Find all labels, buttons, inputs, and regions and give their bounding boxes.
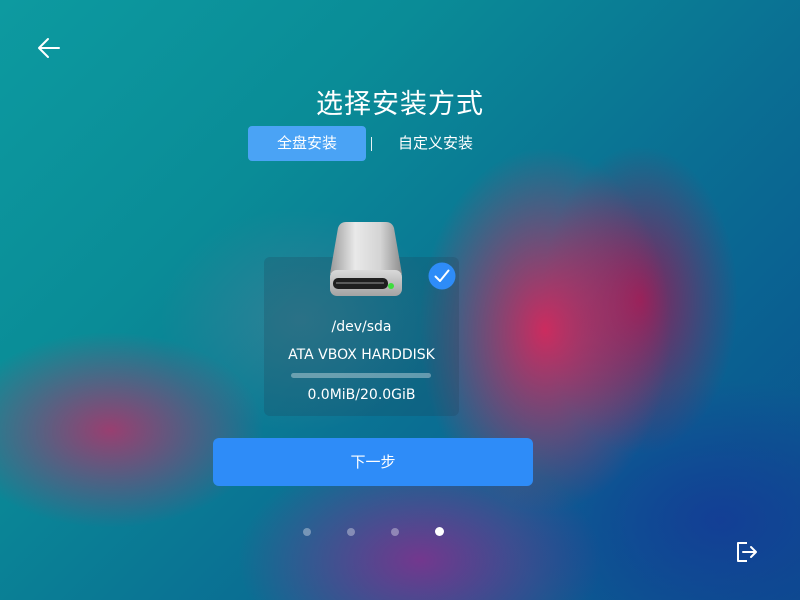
pagination-dots <box>0 527 800 537</box>
disk-size: 0.0MiB/20.0GiB <box>307 387 416 403</box>
pagination-dot[interactable] <box>303 528 311 536</box>
exit-icon <box>737 542 757 562</box>
pagination-dot[interactable] <box>391 528 399 536</box>
install-mode-tabs: 全盘安装 自定义安装 <box>248 126 473 161</box>
check-icon[interactable] <box>428 262 456 290</box>
disk-model: ATA VBOX HARDDISK <box>288 347 435 363</box>
page-title: 选择安装方式 <box>316 89 484 120</box>
pagination-dot[interactable] <box>434 527 444 536</box>
back-button[interactable] <box>34 34 64 64</box>
tab-custom-install[interactable]: 自定义安装 <box>376 126 473 161</box>
back-arrow-icon <box>38 38 60 58</box>
disk-path: /dev/sda <box>331 319 392 335</box>
hard-disk-icon <box>330 222 402 296</box>
tab-separator <box>371 136 373 151</box>
pagination-dot[interactable] <box>347 528 355 536</box>
tab-full-disk-install[interactable]: 全盘安装 <box>248 126 367 161</box>
disk-usage-bar <box>291 373 431 378</box>
next-button[interactable]: 下一步 <box>213 438 533 486</box>
exit-button[interactable] <box>733 539 759 565</box>
